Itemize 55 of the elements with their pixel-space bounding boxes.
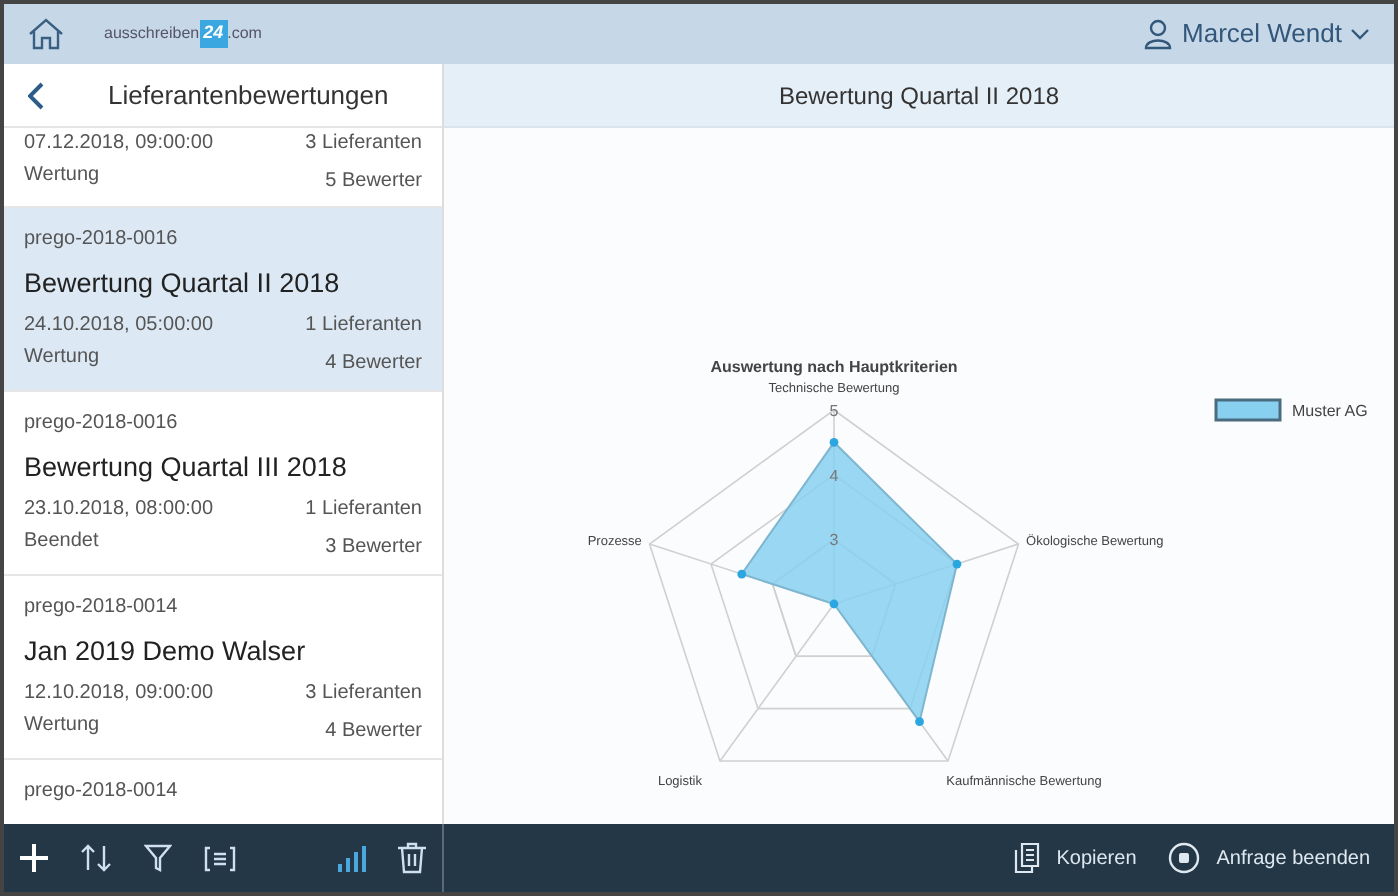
item-code: prego-2018-0014: [24, 594, 180, 622]
chart-title: Auswertung nach Hauptkriterien: [710, 358, 958, 376]
axis-tick-label: 4: [829, 466, 839, 485]
item-date: 24.10.2018, 05:00:00: [24, 312, 214, 340]
home-icon[interactable]: [28, 18, 64, 50]
item-suppliers: 1 Lieferanten: [305, 496, 422, 524]
item-suppliers: 3 Lieferanten: [305, 680, 422, 708]
logo-text: ausschreiben: [104, 22, 200, 46]
panel-title: Lieferantenbewertungen: [108, 77, 389, 114]
item-raters: 4 Bewerter: [325, 350, 422, 378]
action-button[interactable]: Kopieren: [1014, 842, 1137, 874]
item-suppliers: 3 Lieferanten: [305, 130, 422, 158]
action-button[interactable]: Anfrage beenden: [1168, 842, 1370, 874]
trash-icon[interactable]: [398, 842, 426, 874]
copy-icon: [1014, 842, 1041, 874]
item-date: 23.10.2018, 08:00:00: [24, 496, 214, 524]
logo-badge: 24: [199, 20, 228, 48]
detail-title: Bewertung Quartal II 2018: [778, 79, 1060, 113]
item-suppliers: 1 Lieferanten: [305, 312, 422, 340]
chevron-down-icon: [1350, 28, 1370, 40]
list-item[interactable]: prego-2018-0016 Bewertung Quartal II 2018 24.10.2018, 05:00:00 1 Lieferanten Wertung 4 Bewerter: [4, 208, 442, 392]
item-raters: 3 Bewerter: [325, 534, 422, 562]
item-code: prego-2018-0016: [24, 410, 180, 438]
bar-chart-icon[interactable]: [338, 845, 366, 871]
item-raters: 4 Bewerter: [325, 718, 422, 746]
item-raters: 5 Bewerter: [325, 168, 422, 196]
data-point: [952, 559, 962, 569]
logo-suffix: .com: [227, 22, 262, 46]
person-icon: [1142, 18, 1175, 50]
item-status: Beendet: [24, 528, 99, 556]
data-point: [737, 569, 747, 579]
item-date: 12.10.2018, 09:00:00: [24, 680, 214, 708]
item-status: Wertung: [24, 162, 100, 190]
filter-icon[interactable]: [144, 844, 172, 872]
back-icon[interactable]: [28, 81, 44, 109]
item-title: Jan 2019 Demo Walser: [24, 634, 308, 670]
data-point: [915, 717, 924, 727]
stop-icon: [1168, 842, 1201, 874]
item-title: Bewertung Quartal II 2018: [24, 266, 342, 302]
item-status: Wertung: [24, 712, 100, 740]
list-item[interactable]: 07.12.2018, 09:00:00 3 Lieferanten Wertung 5 Bewerter: [4, 128, 442, 208]
item-status: Wertung: [24, 344, 100, 372]
group-icon[interactable]: [204, 845, 236, 871]
item-code: prego-2018-0014: [24, 778, 180, 806]
axis-tick-label: 3: [829, 531, 839, 550]
axis-tick-label: 5: [829, 402, 839, 420]
item-title: Bewertung Quartal III 2018: [24, 450, 349, 486]
add-icon[interactable]: [20, 844, 48, 872]
legend-label: Muster AG: [1292, 402, 1368, 420]
data-point: [829, 437, 839, 447]
item-code: prego-2018-0016: [24, 226, 180, 254]
sort-icon[interactable]: [80, 844, 112, 872]
item-date: 07.12.2018, 09:00:00: [24, 130, 214, 158]
data-point: [829, 599, 839, 609]
user-menu[interactable]: Marcel Wendt: [1182, 14, 1342, 54]
